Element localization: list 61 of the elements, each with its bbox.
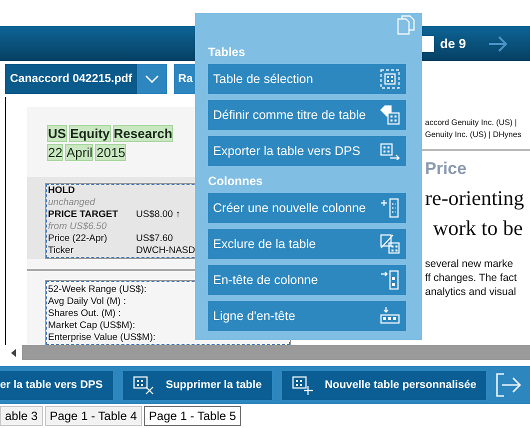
- left-arrow-icon: [11, 348, 16, 356]
- table-cell: 52-Week Range (US$):: [48, 284, 147, 296]
- menu-item[interactable]: Table de sélection: [208, 64, 406, 94]
- exit-button[interactable]: [496, 373, 522, 397]
- exclude-table-icon: [380, 234, 400, 254]
- highlighted-word[interactable]: 22: [47, 144, 64, 161]
- table-cell-text: HOLD: [48, 184, 76, 197]
- highlighted-word[interactable]: April: [65, 144, 94, 161]
- table-cell: Avg Daily Vol (M) :: [48, 296, 126, 308]
- table-cell-text: PRICE TARGET: [48, 208, 120, 221]
- header-row-icon: [380, 306, 400, 326]
- body-text: ff changes. The fact: [425, 271, 517, 285]
- menu-item[interactable]: Créer une nouvelle colonne: [208, 193, 406, 223]
- caret-icon: [145, 75, 160, 83]
- menu-item[interactable]: Définir comme titre de table: [208, 100, 406, 130]
- highlighted-word[interactable]: US: [47, 125, 68, 142]
- tag-table-icon: [380, 105, 400, 125]
- right-arrow-icon: [488, 36, 508, 52]
- tab[interactable]: able 3: [0, 406, 43, 426]
- section-heading: Tables: [208, 45, 246, 59]
- exit-icon: [496, 373, 522, 397]
- file-selector[interactable]: Canaccord 042215.pdf: [5, 64, 138, 94]
- headline-text: re-orienting: [425, 185, 524, 212]
- headline-text: work to be: [433, 215, 523, 242]
- copy-icon: [397, 15, 415, 35]
- add-column-icon: [380, 198, 400, 218]
- highlighted-word[interactable]: Research: [112, 125, 174, 142]
- table-cell-text: Price (22-Apr): [48, 232, 108, 245]
- body-text: analytics and visual: [425, 285, 516, 299]
- highlighted-word[interactable]: Equity: [69, 125, 111, 142]
- table-cell: DWCH-NASD: [136, 244, 196, 257]
- menu-item[interactable]: Ligne d'en-tête: [208, 301, 406, 331]
- table-cell: Shares Out. (M) :: [48, 308, 121, 320]
- action-button[interactable]: Supprimer la table: [122, 370, 272, 400]
- table-export-icon: [380, 142, 400, 160]
- menu-item[interactable]: En-tête de colonne: [208, 265, 406, 295]
- table-cell: unchanged: [48, 196, 96, 209]
- next-page-button[interactable]: [488, 36, 508, 52]
- tab[interactable]: Page 1 - Table 5: [144, 406, 242, 426]
- section-heading: Price: [425, 159, 467, 179]
- table-cell: from US$6.50: [48, 220, 107, 233]
- highlighted-word[interactable]: 2015: [95, 144, 126, 161]
- table-add-icon: [292, 375, 314, 395]
- table-cell: US$8.00 ↑: [136, 208, 180, 221]
- byline-text: accord Genuity Inc. (US) |: [425, 117, 518, 129]
- page-count: de 9: [440, 36, 466, 51]
- table-delete-icon: [132, 375, 155, 395]
- table-cell: Enterprise Value (US$M):: [48, 332, 156, 344]
- menu-item[interactable]: Exporter la table vers DPS: [208, 136, 406, 166]
- tab[interactable]: Page 1 - Table 4: [44, 406, 142, 426]
- table-cell: US$7.60: [136, 232, 173, 245]
- dropdown-button[interactable]: [137, 64, 168, 94]
- action-button[interactable]: er la table vers DPS: [0, 370, 113, 400]
- action-button[interactable]: Nouvelle table personnalisée: [282, 370, 486, 400]
- menu-item[interactable]: Exclure de la table: [208, 229, 406, 259]
- column-header-icon: [380, 270, 400, 290]
- body-text: several new marke: [425, 257, 514, 271]
- byline-text: Genuity Inc. (US) | DHynes: [425, 129, 522, 141]
- table-cell-text: Ticker: [48, 244, 75, 257]
- table-cell: Market Cap (US$M):: [48, 320, 136, 332]
- table-select-icon: [380, 69, 400, 89]
